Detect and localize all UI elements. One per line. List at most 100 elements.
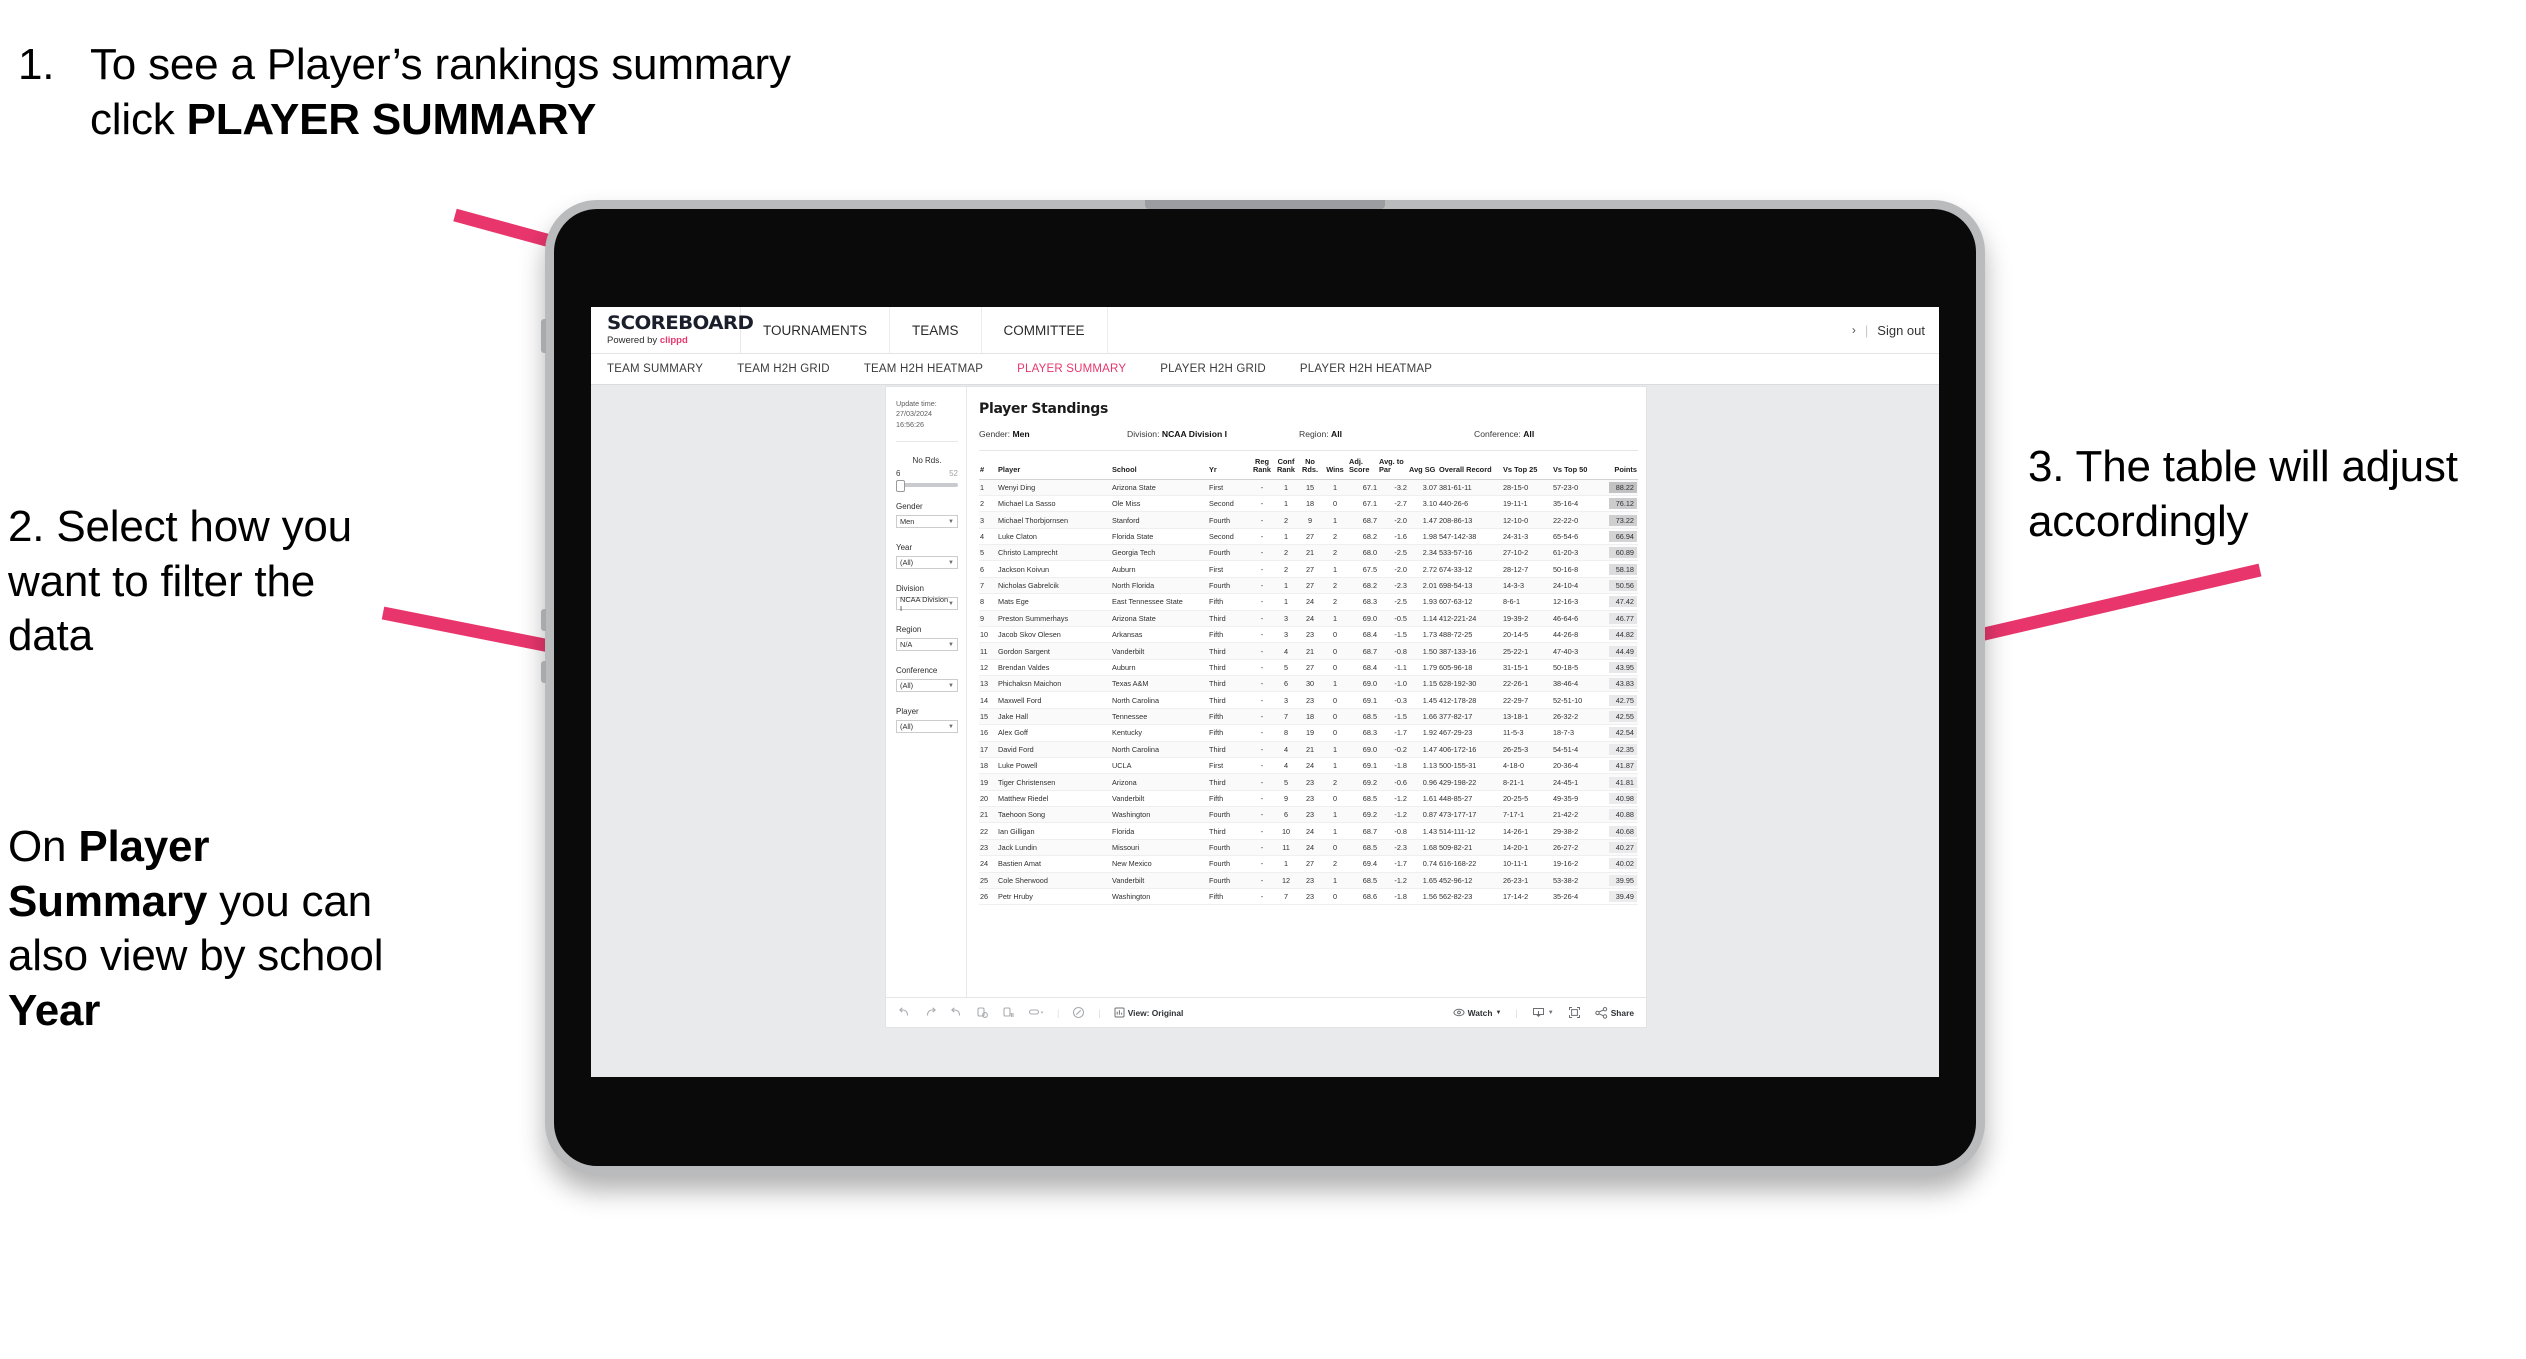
meta-division-label: Division:: [1127, 429, 1162, 439]
cell-school: Vanderbilt: [1111, 872, 1208, 889]
filter-player: Player (All) ▼: [896, 707, 958, 734]
filter-no-rounds: No Rds. 6 52: [896, 456, 958, 493]
table-row[interactable]: 1 Wenyi Ding Arizona State First -1 15 1 67.1 -3…: [979, 479, 1638, 496]
table-row[interactable]: 16 Alex Goff Kentucky Fifth -8 19 0 68.3 -1.7 1.9…: [979, 724, 1638, 742]
table-row[interactable]: 4 Luke Claton Florida State Second -1 27 2 68.2…: [979, 528, 1638, 546]
cell-vs-top-50: 24-10-4: [1552, 577, 1602, 595]
table-row[interactable]: 2 Michael La Sasso Ole Miss Second -1 18 0 67.1…: [979, 495, 1638, 513]
brand-logo[interactable]: SCOREBOARD Powered by clippd: [591, 307, 754, 353]
col-avg-sg[interactable]: Avg SG: [1408, 458, 1438, 480]
cell-adj-score: 68.2: [1348, 577, 1378, 595]
cell-no-rds: 21: [1298, 642, 1322, 660]
filter-player-select[interactable]: (All) ▼: [896, 720, 958, 734]
table-row[interactable]: 24 Bastien Amat New Mexico Fourth -1 27 2 69.4-…: [979, 855, 1638, 873]
cell-avg-to-par: -1.2: [1378, 790, 1408, 808]
cell-points: 66.94: [1602, 528, 1638, 546]
cell-points: 42.35: [1602, 741, 1638, 758]
table-row[interactable]: 8 Mats Ege East Tennessee State Fifth -1 24 2 6…: [979, 593, 1638, 611]
pause-data-icon[interactable]: [1002, 1006, 1015, 1019]
filter-conference-select[interactable]: (All) ▼: [896, 679, 958, 693]
revert-icon[interactable]: [950, 1006, 963, 1019]
refresh-data-icon[interactable]: [976, 1006, 989, 1019]
table-row[interactable]: 7 Nicholas Gabrelcik North Florida Fourth -1…: [979, 577, 1638, 595]
filter-gender-select[interactable]: Men ▼: [896, 515, 958, 529]
cell-points: 41.81: [1602, 773, 1638, 791]
watch-button[interactable]: Watch ▼: [1453, 1007, 1501, 1018]
filter-region-select[interactable]: N/A ▼: [896, 638, 958, 652]
sign-out-link[interactable]: Sign out: [1877, 323, 1925, 338]
cell-player: Ian Gilligan: [997, 822, 1111, 840]
cell-overall-record: 448-85-27: [1438, 790, 1502, 808]
table-row[interactable]: 5 Christo Lamprecht Georgia Tech Fourth -2 21…: [979, 544, 1638, 562]
no-rounds-slider[interactable]: [896, 480, 958, 493]
cell-player: Alex Goff: [997, 724, 1111, 742]
download-button[interactable]: ▼: [1532, 1007, 1554, 1019]
col-yr[interactable]: Yr: [1208, 458, 1250, 480]
highlight-icon[interactable]: [1028, 1006, 1044, 1019]
tab-player-h2h-grid[interactable]: PLAYER H2H GRID: [1160, 363, 1283, 375]
table-row[interactable]: 6 Jackson Koivun Auburn First -2 27 1 67.5 -2.0 2…: [979, 560, 1638, 578]
table-row[interactable]: 21 Taehoon Song Washington Fourth -6 23 1 69.2-…: [979, 806, 1638, 824]
table-row[interactable]: 13 Phichaksn Maichon Texas A&M Third -6 30 1 69…: [979, 675, 1638, 693]
share-button[interactable]: Share: [1595, 1006, 1634, 1019]
table-row[interactable]: 17 David Ford North Carolina Third -4 21 1 69.0…: [979, 741, 1638, 758]
table-row[interactable]: 11 Gordon Sargent Vanderbilt Third -4 21 0 68.7…: [979, 642, 1638, 660]
device-preview-icon[interactable]: [1072, 1006, 1085, 1019]
chevron-down-icon: ▼: [948, 600, 954, 607]
tab-team-h2h-grid[interactable]: TEAM H2H GRID: [737, 363, 847, 375]
download-icon: [1532, 1007, 1544, 1017]
table-row[interactable]: 9 Preston Summerhays Arizona State Third -3 2…: [979, 610, 1638, 627]
table-row[interactable]: 23 Jack Lundin Missouri Fourth -11 24 0 68.5 -2.…: [979, 839, 1638, 857]
nav-tournaments[interactable]: TOURNAMENTS: [741, 307, 891, 353]
col-player[interactable]: Player: [997, 458, 1111, 480]
cell-vs-top-50: 21-42-2: [1552, 806, 1602, 824]
undo-icon[interactable]: [898, 1006, 911, 1019]
cell-overall-record: 412-178-28: [1438, 691, 1502, 709]
col-vs-top-50[interactable]: Vs Top 50: [1552, 458, 1602, 480]
table-row[interactable]: 20 Matthew Riedel Vanderbilt Fifth -9 23 0 68.5…: [979, 790, 1638, 808]
col-no-rds[interactable]: No Rds.: [1298, 457, 1322, 480]
table-row[interactable]: 12 Brendan Valdes Auburn Third -5 27 0 68.4 -1.1…: [979, 659, 1638, 677]
filter-year-select[interactable]: (All) ▼: [896, 556, 958, 570]
fullscreen-button[interactable]: [1568, 1006, 1581, 1019]
cell-yr: Fifth: [1208, 888, 1250, 906]
table-row[interactable]: 15 Jake Hall Tennessee Fifth -7 18 0 68.5 -1.5 1.…: [979, 708, 1638, 726]
cell-conf-rank: 6: [1274, 806, 1298, 824]
tab-player-summary[interactable]: PLAYER SUMMARY: [1017, 363, 1143, 375]
cell-overall-record: 208-86-13: [1438, 511, 1502, 529]
cell-adj-score: 69.1: [1348, 691, 1378, 709]
col-vs-top-25[interactable]: Vs Top 25: [1502, 458, 1552, 480]
col-conf-rank[interactable]: Conf Rank: [1274, 457, 1298, 480]
col-reg-rank[interactable]: Reg Rank: [1250, 457, 1274, 480]
table-row[interactable]: 19 Tiger Christensen Arizona Third -5 23 2 69.2…: [979, 773, 1638, 791]
tab-player-h2h-heatmap[interactable]: PLAYER H2H HEATMAP: [1300, 363, 1449, 375]
cell-avg-to-par: -2.0: [1378, 560, 1408, 578]
col-adj-score[interactable]: Adj. Score: [1348, 457, 1378, 480]
view-original-button[interactable]: View: Original: [1114, 1007, 1183, 1018]
col-points[interactable]: Points: [1602, 458, 1638, 480]
col-school[interactable]: School: [1111, 458, 1208, 480]
table-row[interactable]: 10 Jacob Skov Olesen Arkansas Fifth -3 23 0 68.…: [979, 626, 1638, 644]
col-overall-record[interactable]: Overall Record: [1438, 458, 1502, 480]
table-row[interactable]: 25 Cole Sherwood Vanderbilt Fourth -12 23 1 68.…: [979, 872, 1638, 889]
tab-team-summary[interactable]: TEAM SUMMARY: [607, 363, 720, 375]
table-row[interactable]: 3 Michael Thorbjornsen Stanford Fourth -2 9 1 6…: [979, 511, 1638, 529]
redo-icon[interactable]: [924, 1006, 937, 1019]
col-rank[interactable]: #: [979, 458, 997, 480]
filter-division-select[interactable]: NCAA Division I ▼: [896, 595, 958, 613]
col-wins[interactable]: Wins: [1322, 458, 1348, 480]
tab-team-h2h-heatmap[interactable]: TEAM H2H HEATMAP: [864, 363, 1000, 375]
col-avg-to-par[interactable]: Avg. to Par: [1378, 457, 1408, 480]
table-row[interactable]: 22 Ian Gilligan Florida Third -10 24 1 68.7 -0.8…: [979, 822, 1638, 840]
table-row[interactable]: 18 Luke Powell UCLA First -4 24 1 69.1 -1.8 1.13 5…: [979, 757, 1638, 775]
cell-yr: Fifth: [1208, 724, 1250, 742]
table-row[interactable]: 26 Petr Hruby Washington Fifth -7 23 0 68.6 -1.8…: [979, 888, 1638, 906]
cell-no-rds: 23: [1298, 872, 1322, 889]
table-row[interactable]: 14 Maxwell Ford North Carolina Third -3 23 0 69…: [979, 691, 1638, 709]
nav-committee[interactable]: COMMITTEE: [982, 307, 1108, 353]
cell-player: Petr Hruby: [997, 888, 1111, 906]
cell-player: Bastien Amat: [997, 855, 1111, 873]
slider-handle[interactable]: [896, 480, 905, 493]
points-value: 39.49: [1609, 891, 1637, 903]
nav-teams[interactable]: TEAMS: [890, 307, 982, 353]
